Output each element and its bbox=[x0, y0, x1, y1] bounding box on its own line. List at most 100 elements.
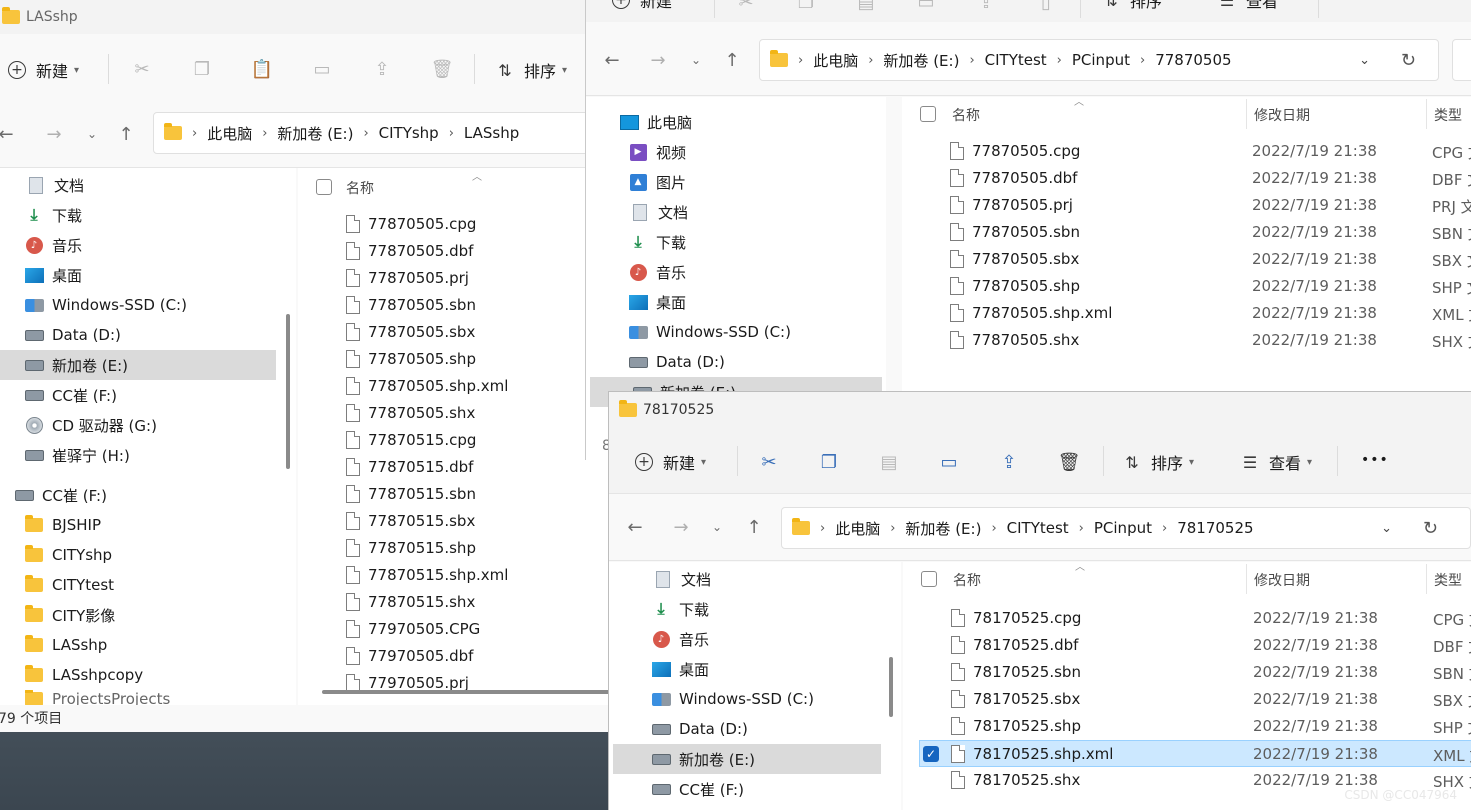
rename-icon[interactable]: ▭ bbox=[937, 450, 961, 474]
breadcrumb-item[interactable]: CITYtest bbox=[1007, 519, 1069, 537]
new-button[interactable]: + 新建 ▾ bbox=[635, 450, 706, 474]
file-row[interactable]: 77970505.dbf bbox=[298, 643, 610, 670]
recent-locations-icon[interactable]: ⌄ bbox=[80, 122, 104, 146]
forward-icon[interactable]: → bbox=[646, 48, 670, 72]
file-row[interactable]: 78170525.sbx 2022/7/19 21:38 SBX 文件 bbox=[903, 686, 1471, 713]
nav-item-this-pc[interactable]: 此电脑 bbox=[586, 107, 886, 137]
breadcrumb-item[interactable]: LASshp bbox=[464, 124, 519, 142]
file-row[interactable]: 78170525.shp 2022/7/19 21:38 SHP 文件 bbox=[903, 713, 1471, 740]
column-name[interactable]: 名称 bbox=[953, 570, 981, 590]
nav-item-drive-f[interactable]: CC崔 (F:) bbox=[609, 774, 901, 804]
nav-item-desktop[interactable]: 桌面 bbox=[586, 287, 886, 317]
nav-item-drive-d[interactable]: Data (D:) bbox=[0, 320, 296, 350]
file-row[interactable]: 78170525.sbn 2022/7/19 21:38 SBN 文件 bbox=[903, 659, 1471, 686]
file-row[interactable]: 77870505.cpg 2022/7/19 21:38 CPG 文件 bbox=[902, 138, 1471, 165]
cut-icon[interactable]: ✂ bbox=[130, 57, 154, 81]
search-box[interactable] bbox=[1452, 39, 1471, 81]
back-icon[interactable]: ← bbox=[600, 48, 624, 72]
nav-scrollbar[interactable] bbox=[286, 314, 290, 469]
column-name[interactable]: 名称 bbox=[952, 105, 980, 125]
nav-item-downloads[interactable]: ⤓ 下载 bbox=[586, 227, 886, 257]
forward-icon[interactable]: → bbox=[669, 515, 693, 539]
file-row[interactable]: 77870505.shp.xml 2022/7/19 21:38 XML 文件 bbox=[902, 300, 1471, 327]
nav-item-folder[interactable]: LASshp bbox=[0, 630, 296, 660]
file-row[interactable]: 77870505.sbx 2022/7/19 21:38 SBX 文件 bbox=[902, 246, 1471, 273]
up-icon[interactable]: ↑ bbox=[720, 48, 744, 72]
horizontal-scrollbar[interactable] bbox=[322, 690, 610, 694]
breadcrumb-item[interactable]: 此电脑 bbox=[207, 123, 252, 144]
nav-item-drive-c[interactable]: Windows-SSD (C:) bbox=[586, 317, 886, 347]
more-options-icon[interactable]: ••• bbox=[1361, 452, 1389, 468]
file-row[interactable]: 77870505.sbn bbox=[298, 292, 610, 319]
file-row[interactable]: 77870505.shx bbox=[298, 400, 610, 427]
address-bar[interactable]: › 此电脑 › 新加卷 (E:) › CITYtest › PCinput › 77870… bbox=[759, 39, 1439, 81]
nav-item-desktop[interactable]: 桌面 bbox=[0, 260, 296, 290]
breadcrumb-item[interactable]: PCinput bbox=[1094, 519, 1152, 537]
nav-item-drive-f-expanded[interactable]: CC崔 (F:) bbox=[0, 480, 296, 510]
breadcrumb-item[interactable]: 新加卷 (E:) bbox=[883, 50, 959, 71]
nav-item-desktop[interactable]: 桌面 bbox=[609, 654, 901, 684]
cut-icon[interactable]: ✂ bbox=[734, 0, 758, 14]
address-bar[interactable]: › 此电脑 › 新加卷 (E:) › CITYshp › LASshp bbox=[153, 112, 610, 154]
paste-icon[interactable]: ▤ bbox=[877, 450, 901, 474]
nav-item-folder[interactable]: BJSHIP bbox=[0, 510, 296, 540]
nav-item-downloads[interactable]: ⤓ 下载 bbox=[0, 200, 296, 230]
paste-icon[interactable]: ▤ bbox=[854, 0, 878, 14]
file-row[interactable]: 77870505.shp.xml bbox=[298, 373, 610, 400]
view-button[interactable]: ☰ 查看 ▾ bbox=[1239, 450, 1312, 474]
nav-item-drive-c[interactable]: Windows-SSD (C:) bbox=[0, 290, 296, 320]
delete-icon[interactable]: 🗑 bbox=[1057, 450, 1081, 474]
nav-item-folder[interactable]: CITY影像 bbox=[0, 600, 296, 630]
delete-icon[interactable]: ▯ bbox=[1034, 0, 1058, 14]
nav-item-documents[interactable]: 文档 bbox=[586, 197, 886, 227]
back-icon[interactable]: ← bbox=[623, 515, 647, 539]
new-button[interactable]: + 新建 bbox=[612, 0, 672, 12]
file-row[interactable]: 77870515.shp.xml bbox=[298, 562, 610, 589]
column-type[interactable]: 类型 bbox=[1434, 570, 1462, 590]
file-row[interactable]: 77870505.prj 2022/7/19 21:38 PRJ 文件 bbox=[902, 192, 1471, 219]
refresh-icon[interactable]: ↻ bbox=[1401, 50, 1416, 71]
cut-icon[interactable]: ✂ bbox=[757, 450, 781, 474]
nav-item-documents[interactable]: 文档 bbox=[0, 170, 296, 200]
file-row[interactable]: 77870505.sbn 2022/7/19 21:38 SBN 文件 bbox=[902, 219, 1471, 246]
address-bar[interactable]: › 此电脑 › 新加卷 (E:) › CITYtest › PCinput › 78170… bbox=[781, 507, 1471, 549]
file-row[interactable]: 77870505.dbf 2022/7/19 21:38 DBF 文件 bbox=[902, 165, 1471, 192]
paste-icon[interactable]: 📋 bbox=[250, 57, 274, 81]
nav-item-drive-c[interactable]: Windows-SSD (C:) bbox=[609, 684, 901, 714]
column-name[interactable]: 名称 bbox=[346, 178, 374, 198]
nav-item-videos[interactable]: ▶ 视频 bbox=[586, 137, 886, 167]
view-button[interactable]: ☰ 查看 bbox=[1216, 0, 1278, 12]
recent-locations-icon[interactable]: ⌄ bbox=[684, 48, 708, 72]
nav-item-music[interactable]: ♪ 音乐 bbox=[609, 624, 901, 654]
sort-button[interactable]: ⇅ 排序 ▾ bbox=[1121, 450, 1194, 474]
nav-item-music[interactable]: ♪ 音乐 bbox=[0, 230, 296, 260]
file-row[interactable]: 77870515.sbn bbox=[298, 481, 610, 508]
column-date[interactable]: 修改日期 bbox=[1254, 570, 1310, 590]
nav-item-folder[interactable]: ProjectsProjects bbox=[0, 690, 296, 705]
nav-item-drive-e[interactable]: 新加卷 (E:) bbox=[613, 744, 881, 774]
chevron-down-icon[interactable]: ⌄ bbox=[1381, 521, 1392, 536]
recent-locations-icon[interactable]: ⌄ bbox=[705, 515, 729, 539]
nav-item-pictures[interactable]: ▲ 图片 bbox=[586, 167, 886, 197]
nav-item-drive-h[interactable]: 崔驿宁 (H:) bbox=[0, 440, 296, 470]
file-row[interactable]: 77870505.cpg bbox=[298, 211, 610, 238]
sort-button[interactable]: ⇅ 排序 bbox=[1100, 0, 1162, 12]
file-row[interactable]: 77970505.CPG bbox=[298, 616, 610, 643]
file-row[interactable]: 77870515.shx bbox=[298, 589, 610, 616]
refresh-icon[interactable]: ↻ bbox=[1423, 518, 1438, 539]
breadcrumb-item[interactable]: CITYtest bbox=[985, 51, 1047, 69]
file-row[interactable]: 77870505.dbf bbox=[298, 238, 610, 265]
nav-item-drive-d[interactable]: Data (D:) bbox=[609, 714, 901, 744]
nav-item-drive-g[interactable]: CD 驱动器 (G:) bbox=[0, 410, 296, 440]
nav-item-drive-d[interactable]: Data (D:) bbox=[586, 347, 886, 377]
file-row[interactable]: 78170525.cpg 2022/7/19 21:38 CPG 文件 bbox=[903, 605, 1471, 632]
share-icon[interactable]: ⇪ bbox=[370, 57, 394, 81]
share-icon[interactable]: ⇪ bbox=[974, 0, 998, 14]
nav-item-drive-f[interactable]: CC崔 (F:) bbox=[0, 380, 296, 410]
delete-icon[interactable]: 🗑 bbox=[430, 57, 454, 81]
row-checkbox-checked-icon[interactable]: ✓ bbox=[923, 746, 939, 762]
back-icon[interactable]: ← bbox=[0, 122, 18, 146]
file-row[interactable]: 77870505.prj bbox=[298, 265, 610, 292]
file-row[interactable]: 77870515.dbf bbox=[298, 454, 610, 481]
file-row[interactable]: 77870505.sbx bbox=[298, 319, 610, 346]
